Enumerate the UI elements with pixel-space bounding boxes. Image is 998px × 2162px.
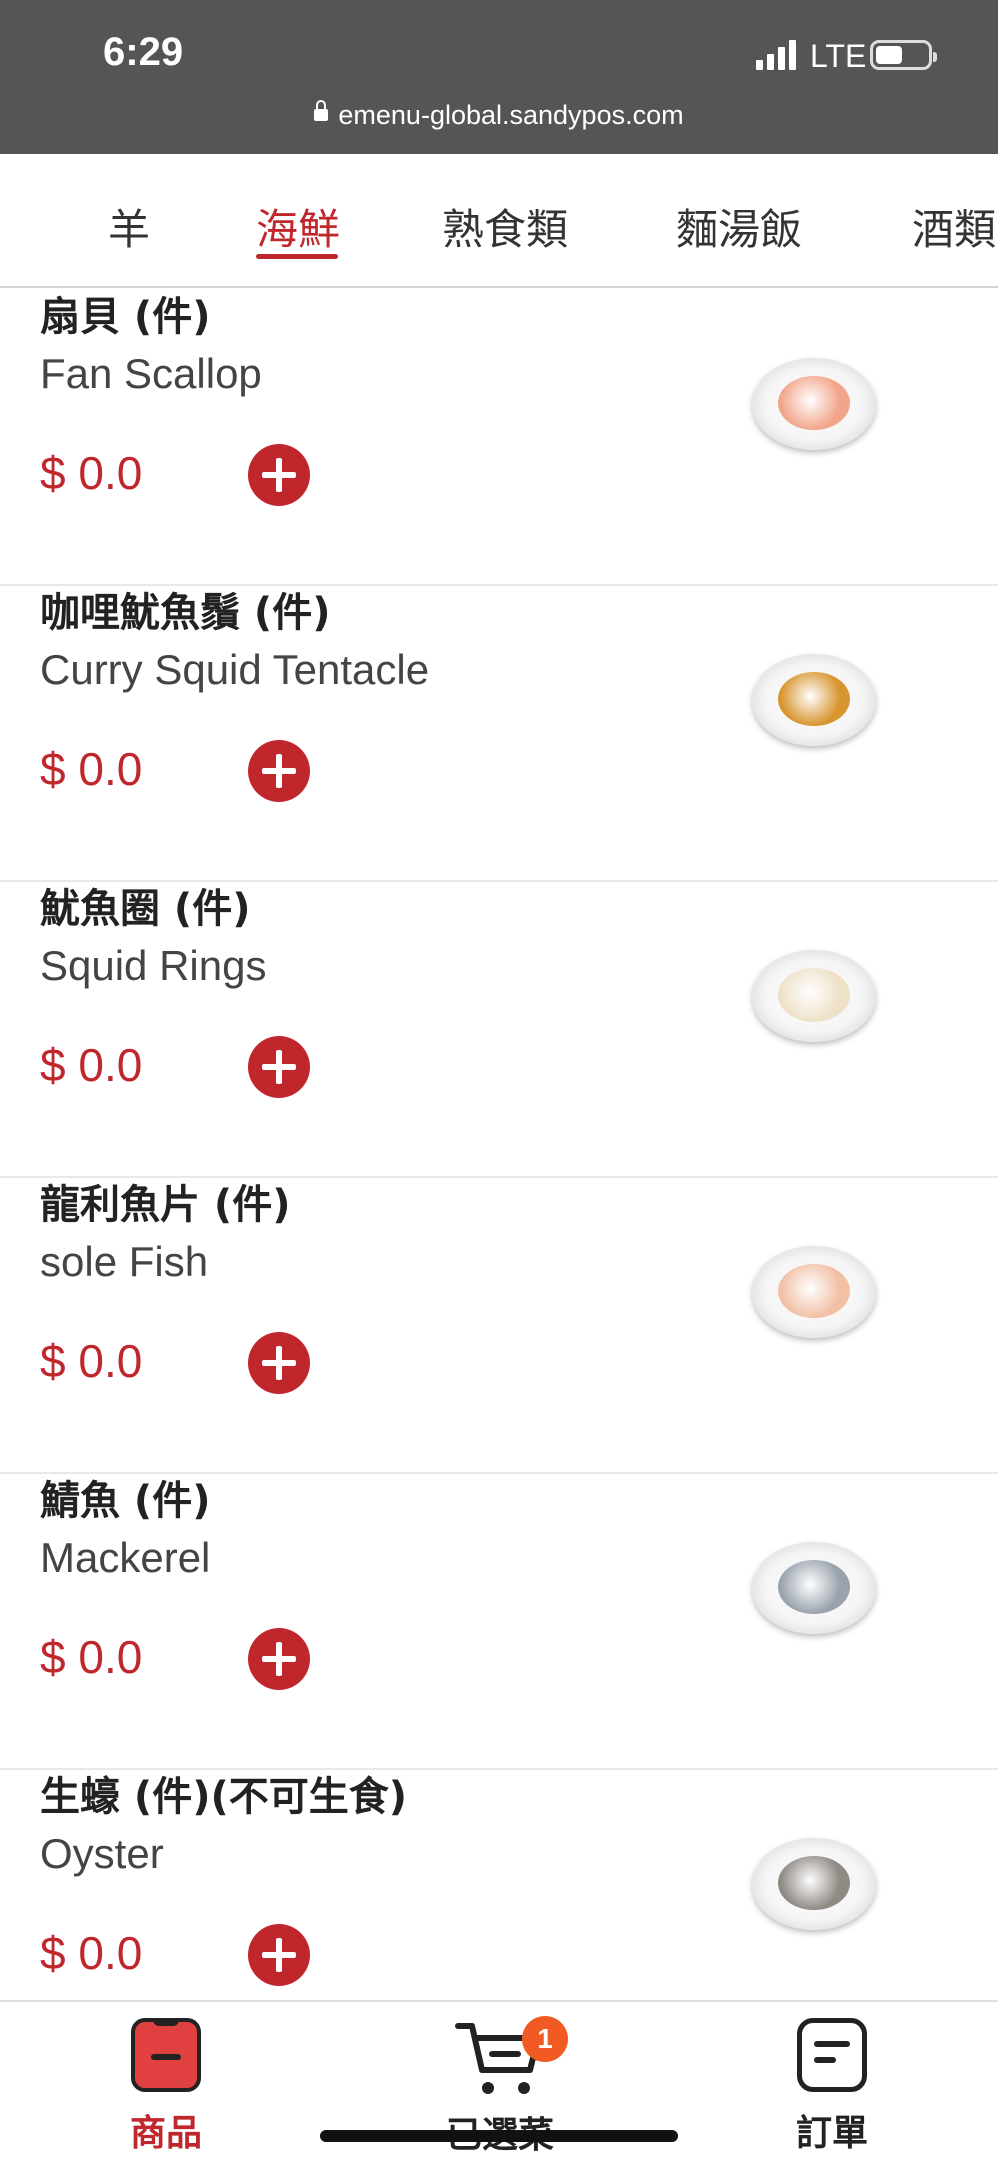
menu-item[interactable]: 龍利魚片 (件) sole Fish $ 0.0 <box>0 1176 998 1474</box>
food-image <box>778 1560 850 1614</box>
address-bar[interactable]: emenu-global.sandypos.com <box>0 99 998 131</box>
menu-item[interactable]: 魷魚圈 (件) Squid Rings $ 0.0 <box>0 880 998 1178</box>
products-icon <box>131 2018 201 2092</box>
menu-item[interactable]: 扇貝 (件) Fan Scallop $ 0.0 <box>0 288 998 586</box>
add-to-cart-button[interactable] <box>248 444 310 506</box>
category-tabs: 羊 海鮮 熟食類 麵湯飯 酒類 <box>0 154 998 288</box>
item-name-zh: 扇貝 (件) <box>40 294 211 340</box>
item-name-en: Mackerel <box>40 1534 211 1581</box>
item-name-en: Oyster <box>40 1830 164 1877</box>
tab-seafood[interactable]: 海鮮 <box>256 196 340 257</box>
add-to-cart-button[interactable] <box>248 1924 310 1986</box>
item-image[interactable] <box>752 358 876 450</box>
nav-products-label: 商品 <box>129 2113 202 2154</box>
item-price: $ 0.0 <box>40 1927 143 1979</box>
item-name-zh: 生蠔 (件)(不可生食) <box>40 1774 408 1820</box>
cart-count-badge: 1 <box>522 2016 568 2062</box>
item-name-en: Squid Rings <box>40 942 267 989</box>
menu-item[interactable]: 鯖魚 (件) Mackerel $ 0.0 <box>0 1472 998 1770</box>
item-image[interactable] <box>752 654 876 746</box>
item-price: $ 0.0 <box>40 743 143 795</box>
lock-icon <box>314 99 329 121</box>
network-label: LTE <box>810 38 867 74</box>
food-image <box>778 1856 850 1910</box>
item-image[interactable] <box>752 950 876 1042</box>
food-image <box>778 1264 850 1318</box>
food-image <box>778 672 850 726</box>
battery-icon <box>870 40 937 70</box>
item-price: $ 0.0 <box>40 447 143 499</box>
status-bar: 6:29 LTE emenu-global.sandypos.com <box>0 0 998 154</box>
signal-icon <box>756 40 796 70</box>
food-image <box>778 968 850 1022</box>
tab-alcohol[interactable]: 酒類 <box>912 196 996 257</box>
add-to-cart-button[interactable] <box>248 1628 310 1690</box>
active-tab-indicator <box>256 254 338 259</box>
status-time: 6:29 <box>103 30 184 74</box>
item-price: $ 0.0 <box>40 1335 143 1387</box>
item-image[interactable] <box>752 1838 876 1930</box>
orders-icon <box>797 2018 867 2092</box>
home-indicator <box>320 2130 678 2142</box>
item-name-zh: 咖哩魷魚鬚 (件) <box>40 590 331 636</box>
url-text: emenu-global.sandypos.com <box>338 100 684 130</box>
food-image <box>778 376 850 430</box>
add-to-cart-button[interactable] <box>248 1332 310 1394</box>
add-to-cart-button[interactable] <box>248 740 310 802</box>
item-price: $ 0.0 <box>40 1039 143 1091</box>
tab-cooked-food[interactable]: 熟食類 <box>442 196 568 257</box>
nav-orders-label: 訂單 <box>795 2113 868 2154</box>
menu-item[interactable]: 咖哩魷魚鬚 (件) Curry Squid Tentacle $ 0.0 <box>0 584 998 882</box>
item-name-en: Fan Scallop <box>40 350 262 397</box>
tab-lamb[interactable]: 羊 <box>108 196 150 257</box>
item-name-zh: 鯖魚 (件) <box>40 1478 211 1524</box>
item-name-zh: 龍利魚片 (件) <box>40 1182 291 1228</box>
item-image[interactable] <box>752 1246 876 1338</box>
item-name-zh: 魷魚圈 (件) <box>40 886 251 932</box>
item-image[interactable] <box>752 1542 876 1634</box>
item-name-en: sole Fish <box>40 1238 209 1285</box>
add-to-cart-button[interactable] <box>248 1036 310 1098</box>
item-name-en: Curry Squid Tentacle <box>40 646 430 693</box>
item-price: $ 0.0 <box>40 1631 143 1683</box>
tab-noodles-soup-rice[interactable]: 麵湯飯 <box>676 196 802 257</box>
nav-products[interactable]: 商品 <box>66 2018 266 2156</box>
nav-orders[interactable]: 訂單 <box>732 2018 932 2156</box>
